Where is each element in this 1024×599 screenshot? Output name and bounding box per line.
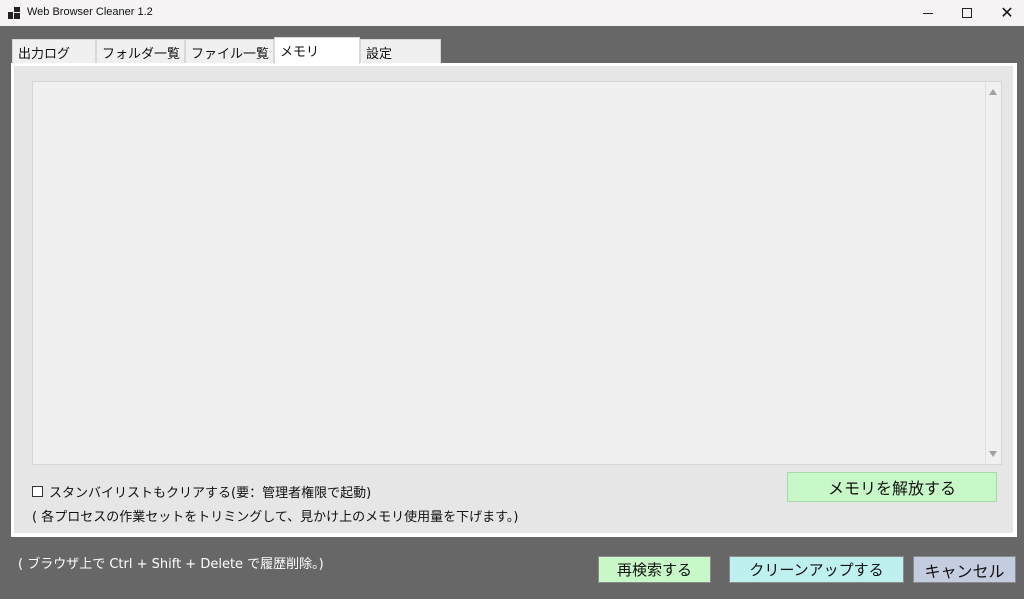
trim-note: ( 各プロセスの作業セットをトリミングして、見かけ上のメモリ使用量を下げます。) xyxy=(32,510,519,525)
tab-file-list[interactable]: ファイル一覧 xyxy=(185,39,274,63)
memory-tab-panel: スタンバイリストもクリアする(要：管理者権限で起動) ( 各プロセスの作業セット… xyxy=(11,63,1017,537)
history-delete-hint: ( ブラウザ上で Ctrl + Shift + Delete で履歴削除。) xyxy=(18,557,324,572)
app-icon xyxy=(8,7,20,19)
standby-list-label: スタンバイリストもクリアする(要：管理者権限で起動) xyxy=(49,485,372,501)
tab-memory[interactable]: メモリ xyxy=(274,37,360,64)
memory-panel-body: スタンバイリストもクリアする(要：管理者権限で起動) ( 各プロセスの作業セット… xyxy=(14,66,1013,533)
title-bar: Web Browser Cleaner 1.2 ✕ xyxy=(0,0,1024,26)
tab-output-log[interactable]: 出力ログ xyxy=(12,39,96,63)
vertical-scrollbar[interactable] xyxy=(985,83,1000,463)
scroll-up-arrow-icon[interactable] xyxy=(989,89,997,95)
scroll-down-arrow-icon[interactable] xyxy=(989,451,997,457)
minimize-icon xyxy=(923,12,933,14)
standby-list-checkbox[interactable] xyxy=(32,485,43,497)
release-memory-button[interactable]: メモリを解放する xyxy=(787,472,997,502)
tab-folder-list[interactable]: フォルダ一覧 xyxy=(96,39,185,63)
research-button[interactable]: 再検索する xyxy=(598,556,711,583)
maximize-icon xyxy=(962,8,972,18)
close-button[interactable]: ✕ xyxy=(984,0,1024,26)
close-icon: ✕ xyxy=(1000,3,1014,22)
memory-output-textbox[interactable] xyxy=(32,81,1002,465)
window-title: Web Browser Cleaner 1.2 xyxy=(27,6,153,18)
cancel-button[interactable]: キャンセル xyxy=(913,556,1016,583)
standby-list-option[interactable]: スタンバイリストもクリアする(要：管理者権限で起動) xyxy=(32,482,372,501)
tab-settings[interactable]: 設定 xyxy=(360,39,441,63)
cleanup-button[interactable]: クリーンアップする xyxy=(729,556,904,583)
